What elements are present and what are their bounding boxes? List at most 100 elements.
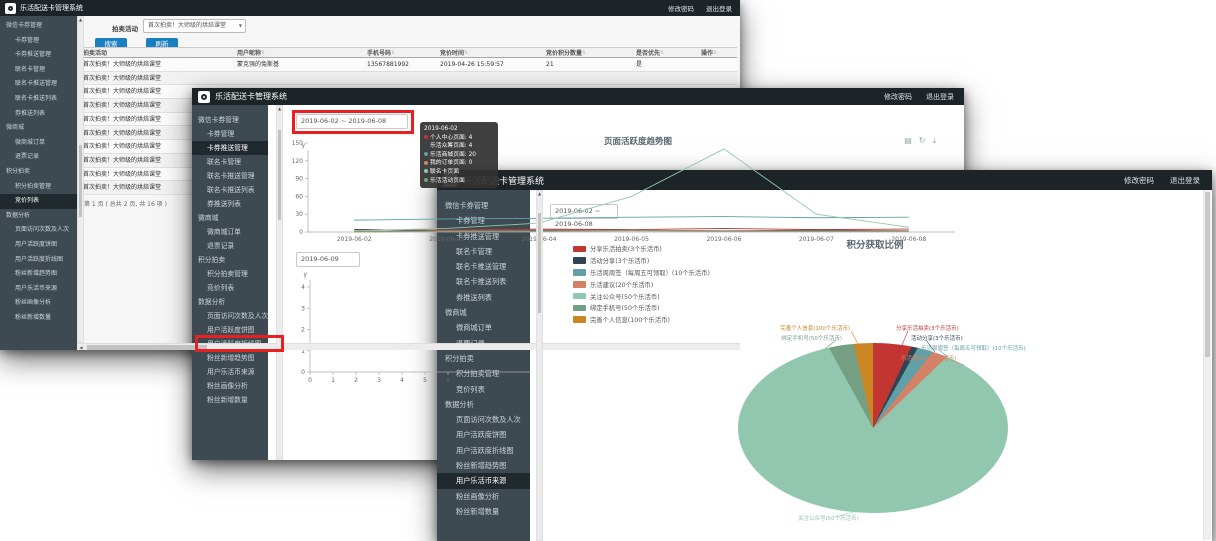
sidebar-item[interactable]: 联名卡推送管理 [437, 259, 530, 274]
legend-item[interactable]: 分享乐活拍卖(3个乐活币) [573, 243, 710, 255]
legend-item[interactable]: 活动分享(3个乐活币) [573, 255, 710, 267]
sidebar-group[interactable]: 微商城 [192, 211, 268, 225]
sidebar-item[interactable]: 粉丝新增数量 [0, 311, 77, 326]
sidebar-item[interactable]: 用户活跃度折线图 [437, 443, 530, 458]
sidebar-item[interactable]: 微商城订单 [192, 225, 268, 239]
change-password-link[interactable]: 修改密码 [1124, 175, 1154, 186]
table-cell: 首次拍卖！大师级的烘焙课堂 [83, 140, 161, 153]
legend-item[interactable]: 乐活周周签（每周五可领取）(10个乐活币) [573, 267, 710, 279]
auction-select[interactable]: 首次拍卖！大师级的烘焙课堂▼ [143, 19, 246, 33]
sidebar-group[interactable]: 积分拍卖 [437, 351, 530, 366]
sidebar-item[interactable]: 用户活跃度饼图 [437, 427, 530, 442]
sidebar-item[interactable]: 粉丝新增趋势图 [0, 267, 77, 282]
sidebar-item[interactable]: 退票记录 [192, 239, 268, 253]
vertical-scrollbar[interactable]: ▲ [77, 16, 84, 343]
scroll-up-icon[interactable]: ▲ [277, 106, 282, 112]
sidebar-item[interactable]: 联名卡推送管理 [192, 169, 268, 183]
sidebar-item[interactable]: 竞价列表 [192, 281, 268, 295]
sidebar-item[interactable]: 卡券推送管理 [0, 48, 77, 63]
sidebar-group[interactable]: 数据分析 [0, 209, 77, 224]
sidebar-group[interactable]: 微商城 [0, 121, 77, 136]
sidebar-group[interactable]: 数据分析 [437, 397, 530, 412]
sidebar-item[interactable]: 联名卡管理 [192, 155, 268, 169]
sidebar-group[interactable]: 微信卡券管理 [192, 113, 268, 127]
scroll-thumb[interactable] [278, 130, 281, 220]
sidebar-item[interactable]: 用户乐活币来源 [437, 473, 530, 488]
sidebar-item[interactable]: 积分拍卖管理 [0, 180, 77, 195]
sidebar-item[interactable]: 卡券管理 [0, 34, 77, 49]
scroll-up-icon[interactable]: ▲ [78, 17, 83, 23]
legend-item[interactable]: 关注公众号(50个乐活币) [573, 290, 710, 302]
logout-link[interactable]: 退出登录 [926, 92, 954, 102]
sidebar-item[interactable]: 用户乐活币来源 [192, 365, 268, 379]
date-input-second[interactable]: 2019-06-09 [296, 252, 360, 267]
legend-label: 分享乐活拍卖(3个乐活币) [590, 244, 662, 253]
sidebar-item[interactable]: 联名卡推送列表 [437, 274, 530, 289]
chart-tooltip: 2019-06-02个人中心页面: 4乐活众筹页面: 4乐活商城页面: 20我的… [420, 122, 498, 188]
sidebar-item[interactable]: 联名卡管理 [437, 244, 530, 259]
sidebar-item[interactable]: 卡券管理 [192, 127, 268, 141]
legend-item[interactable]: 完善个人信息(100个乐活币) [573, 314, 710, 326]
sidebar-item[interactable]: 用户乐活币来源 [0, 282, 77, 297]
sidebar-item[interactable]: 粉丝新增数量 [192, 393, 268, 407]
sidebar-item[interactable]: 券推送列表 [0, 107, 77, 122]
sidebar-item[interactable]: 粉丝新增趋势图 [437, 458, 530, 473]
series-dot-icon [424, 144, 428, 148]
sidebar-item[interactable]: 粉丝新增数量 [437, 504, 530, 519]
sidebar-item[interactable]: 用户活跃度折线图 [0, 253, 77, 268]
sidebar-item[interactable]: 页面访问次数及人次 [0, 223, 77, 238]
sidebar-item[interactable]: 积分拍卖管理 [437, 366, 530, 381]
sidebar-item[interactable]: 联名卡推送管理 [0, 77, 77, 92]
scroll-up-icon[interactable]: ▲ [537, 191, 542, 197]
scroll-thumb[interactable] [538, 213, 541, 313]
sidebar-item[interactable]: 券推送列表 [437, 290, 530, 305]
legend-item[interactable]: 绑定手机号(50个乐活币) [573, 302, 710, 314]
sidebar-item[interactable]: 卡券推送管理 [192, 141, 268, 155]
sidebar-item[interactable]: 页面访问次数及人次 [192, 309, 268, 323]
sidebar-group[interactable]: 微信卡券管理 [437, 198, 530, 213]
sidebar-item[interactable]: 积分拍卖管理 [192, 267, 268, 281]
scroll-left-icon[interactable]: ◀ [77, 344, 85, 350]
sidebar-item[interactable]: 卡券推送管理 [437, 229, 530, 244]
sidebar-item[interactable]: 用户活跃度饼图 [0, 238, 77, 253]
sidebar-item[interactable]: 券推送列表 [192, 197, 268, 211]
date-range-input[interactable]: 2019-06-02 ~ 2019-06-08 [550, 204, 618, 219]
toolbox-restore-icon[interactable]: ↻ [919, 136, 926, 146]
sidebar-group[interactable]: 微信卡券管理 [0, 19, 77, 34]
sidebar-item[interactable]: 联名卡推送列表 [192, 183, 268, 197]
sidebar-group[interactable]: 积分拍卖 [0, 165, 77, 180]
sidebar-item[interactable]: 用户活跃度折线图 [192, 337, 268, 351]
sidebar-group[interactable]: 数据分析 [192, 295, 268, 309]
legend-item[interactable]: 乐活建议(20个乐活币) [573, 278, 710, 290]
sidebar-item[interactable]: 退票记录 [0, 150, 77, 165]
sidebar-item[interactable]: 竞价列表 [0, 194, 77, 209]
logout-link[interactable]: 退出登录 [1170, 175, 1200, 186]
horizontal-scrollbar[interactable]: ◀ [77, 343, 740, 350]
sidebar-item[interactable]: 粉丝画像分析 [0, 296, 77, 311]
table-cell: 首次拍卖！大师级的烘焙课堂 [83, 181, 161, 194]
scroll-thumb[interactable] [1205, 192, 1210, 357]
sidebar-item[interactable]: 微商城订单 [0, 136, 77, 151]
scroll-thumb[interactable] [79, 145, 82, 217]
scroll-thumb[interactable] [87, 345, 207, 350]
toolbox-data-view-icon[interactable]: ▤ [904, 136, 912, 146]
sidebar-item[interactable]: 联名卡推送列表 [0, 92, 77, 107]
sidebar-group[interactable]: 微商城 [437, 305, 530, 320]
toolbox-download-icon[interactable]: ⤓ [932, 136, 936, 146]
sidebar-item[interactable]: 粉丝画像分析 [192, 379, 268, 393]
change-password-link[interactable]: 修改密码 [884, 92, 912, 102]
sidebar-group[interactable]: 积分拍卖 [192, 253, 268, 267]
sidebar-item[interactable]: 微商城订单 [437, 320, 530, 335]
sidebar-item[interactable]: 联名卡管理 [0, 63, 77, 78]
logout-link[interactable]: 退出登录 [706, 3, 732, 13]
sidebar-item[interactable]: 粉丝画像分析 [437, 489, 530, 504]
change-password-link[interactable]: 修改密码 [668, 3, 694, 13]
vertical-scrollbar[interactable]: ▲ [276, 105, 283, 460]
sidebar-item[interactable]: 竞价列表 [437, 382, 530, 397]
sidebar-item[interactable]: 卡券管理 [437, 213, 530, 228]
vertical-scrollbar[interactable]: ▲ [536, 190, 543, 541]
sidebar-item[interactable]: 粉丝新增趋势图 [192, 351, 268, 365]
sidebar-item[interactable]: 页面访问次数及人次 [437, 412, 530, 427]
window-scrollbar[interactable] [1203, 190, 1211, 540]
table-cell: 13567881992 [367, 58, 409, 71]
